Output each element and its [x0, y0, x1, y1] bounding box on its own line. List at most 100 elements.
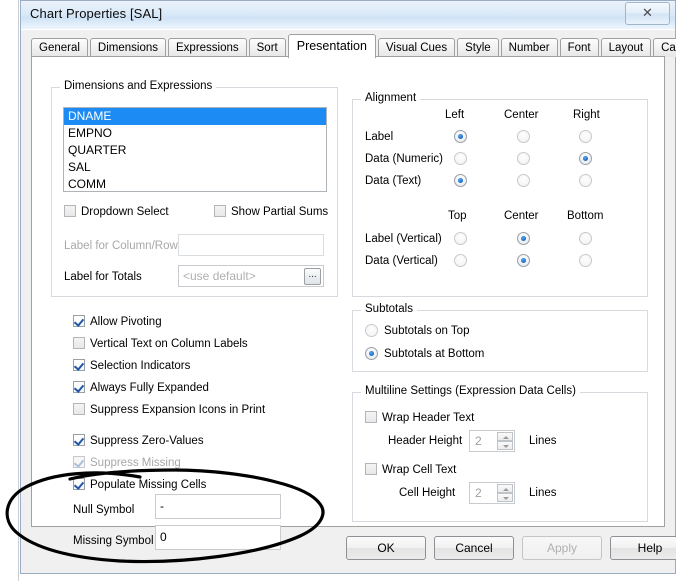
tab-expressions[interactable]: Expressions: [168, 38, 247, 57]
tab-dimensions[interactable]: Dimensions: [89, 38, 166, 57]
list-item[interactable]: QUARTER: [64, 142, 326, 159]
radio-label-center[interactable]: [517, 130, 530, 143]
label-for-totals-browse-button[interactable]: ...: [304, 268, 321, 285]
cell-height-label: Cell Height: [399, 487, 456, 499]
cancel-button[interactable]: Cancel: [434, 536, 514, 560]
tab-layout[interactable]: Layout: [600, 38, 652, 57]
tab-strip: General Dimensions Expressions Sort Pres…: [31, 34, 676, 58]
cell-height-stepper[interactable]: 2: [469, 482, 515, 504]
radio-label-left[interactable]: [454, 130, 467, 143]
dimensions-group-legend: Dimensions and Expressions: [60, 80, 217, 92]
list-item[interactable]: SAL: [64, 159, 326, 176]
checkbox-icon: [73, 403, 85, 415]
stepper-buttons[interactable]: [497, 432, 513, 450]
option-label: Selection Indicators: [90, 360, 191, 372]
checkbox-icon: [73, 337, 85, 349]
radio-numeric-right[interactable]: [579, 152, 592, 165]
subtotals-at-bottom-label: Subtotals at Bottom: [384, 348, 485, 360]
window-title: Chart Properties [SAL]: [30, 6, 163, 21]
stepper-down-icon[interactable]: [497, 493, 513, 502]
subtotals-group-legend: Subtotals: [361, 303, 417, 315]
close-button[interactable]: ✕: [625, 2, 670, 25]
radio-text-left[interactable]: [454, 174, 467, 187]
chart-properties-dialog: Chart Properties [SAL] ✕ General Dimensi…: [20, 0, 676, 574]
radio-label-vertical-bottom[interactable]: [579, 232, 592, 245]
checkbox-icon: [214, 205, 226, 217]
header-height-stepper[interactable]: 2: [469, 430, 515, 452]
dropdown-select-label: Dropdown Select: [81, 206, 169, 218]
tab-visual-cues[interactable]: Visual Cues: [377, 38, 456, 57]
option-always-fully-expanded[interactable]: Always Fully Expanded: [73, 381, 209, 394]
tab-style[interactable]: Style: [457, 38, 499, 57]
dimensions-listbox[interactable]: DNAME EMPNO QUARTER SAL COMM: [63, 107, 327, 192]
radio-label-vertical-top[interactable]: [454, 232, 467, 245]
radio-data-vertical-center[interactable]: [517, 254, 530, 267]
tab-presentation[interactable]: Presentation: [287, 34, 376, 58]
alignment-group: Alignment Left Center Right Label Data (…: [352, 92, 648, 297]
checkbox-icon: [73, 456, 85, 468]
valign-header-bottom: Bottom: [567, 210, 604, 222]
tab-number[interactable]: Number: [500, 38, 558, 57]
subtotals-group: Subtotals Subtotals on Top Subtotals at …: [352, 303, 648, 372]
checkbox-icon: [73, 315, 85, 327]
align-header-center: Center: [504, 109, 539, 121]
checkbox-icon: [73, 478, 85, 490]
option-selection-indicators[interactable]: Selection Indicators: [73, 359, 190, 372]
alignment-group-legend: Alignment: [361, 92, 421, 104]
tab-font[interactable]: Font: [559, 38, 599, 57]
tab-sort[interactable]: Sort: [248, 38, 286, 57]
tab-caption[interactable]: Caption: [653, 38, 676, 57]
apply-button: Apply: [522, 536, 602, 560]
show-partial-sums-checkbox[interactable]: Show Partial Sums: [214, 205, 328, 218]
list-item[interactable]: DNAME: [64, 108, 326, 125]
cell-height-unit: Lines: [529, 487, 557, 499]
radio-text-right[interactable]: [579, 174, 592, 187]
header-height-value: 2: [475, 434, 482, 448]
checkbox-icon: [73, 434, 85, 446]
radio-numeric-left[interactable]: [454, 152, 467, 165]
label-for-column-row-input[interactable]: [178, 234, 324, 256]
option-allow-pivoting[interactable]: Allow Pivoting: [73, 315, 162, 328]
wrap-cell-text-checkbox[interactable]: Wrap Cell Text: [365, 463, 456, 476]
ok-button[interactable]: OK: [346, 536, 426, 560]
label-for-totals-input[interactable]: <use default>: [178, 265, 324, 287]
multiline-group-legend: Multiline Settings (Expression Data Cell…: [361, 385, 580, 397]
stepper-up-icon[interactable]: [497, 432, 513, 441]
radio-text-center[interactable]: [517, 174, 530, 187]
stepper-up-icon[interactable]: [497, 484, 513, 493]
valign-header-top: Top: [448, 210, 467, 222]
null-symbol-label: Null Symbol: [73, 504, 135, 516]
option-suppress-expansion-icons-in-print[interactable]: Suppress Expansion Icons in Print: [73, 403, 265, 416]
label-for-totals-label: Label for Totals: [64, 271, 142, 283]
show-partial-sums-label: Show Partial Sums: [231, 206, 329, 218]
help-button[interactable]: Help: [610, 536, 676, 560]
align-row-data-numeric: Data (Numeric): [365, 153, 443, 165]
option-vertical-text-on-column-labels[interactable]: Vertical Text on Column Labels: [73, 337, 248, 350]
stepper-buttons[interactable]: [497, 484, 513, 502]
radio-subtotals-on-top[interactable]: [365, 324, 378, 337]
align-row-data-text: Data (Text): [365, 175, 422, 187]
desktop-background: [0, 0, 20, 581]
radio-numeric-center[interactable]: [517, 152, 530, 165]
tab-body: Dimensions and Expressions DNAME EMPNO Q…: [31, 56, 665, 550]
dimensions-and-expressions-group: Dimensions and Expressions DNAME EMPNO Q…: [51, 80, 338, 297]
tab-general[interactable]: General: [31, 38, 88, 57]
option-label: Suppress Zero-Values: [90, 435, 204, 447]
dialog-footer: OK Cancel Apply Help: [21, 527, 676, 573]
list-item[interactable]: COMM: [64, 176, 326, 191]
radio-data-vertical-bottom[interactable]: [579, 254, 592, 267]
option-suppress-zero-values[interactable]: Suppress Zero-Values: [73, 434, 204, 447]
list-item[interactable]: EMPNO: [64, 125, 326, 142]
radio-subtotals-at-bottom[interactable]: [365, 347, 378, 360]
wrap-header-text-checkbox[interactable]: Wrap Header Text: [365, 411, 474, 424]
dropdown-select-checkbox[interactable]: Dropdown Select: [64, 205, 169, 218]
wrap-header-text-label: Wrap Header Text: [382, 412, 475, 424]
valign-row-label: Label (Vertical): [365, 233, 442, 245]
checkbox-icon: [365, 463, 377, 475]
radio-label-vertical-center[interactable]: [517, 232, 530, 245]
null-symbol-input[interactable]: -: [155, 494, 281, 519]
option-populate-missing-cells[interactable]: Populate Missing Cells: [73, 478, 206, 491]
stepper-down-icon[interactable]: [497, 441, 513, 450]
radio-label-right[interactable]: [579, 130, 592, 143]
radio-data-vertical-top[interactable]: [454, 254, 467, 267]
